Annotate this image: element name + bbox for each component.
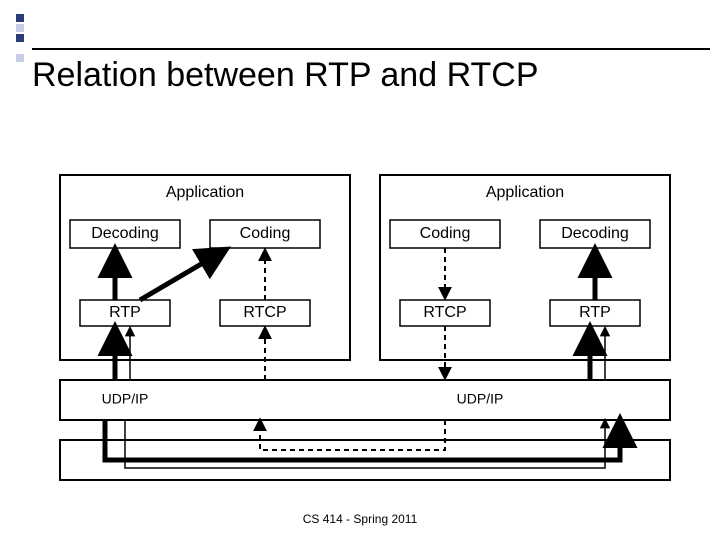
- right-rtcp-label: RTCP: [423, 304, 466, 321]
- udp-container: [60, 380, 670, 420]
- left-app-container: [60, 175, 350, 360]
- right-rtp-label: RTP: [579, 304, 611, 321]
- right-app-label: Application: [486, 184, 564, 201]
- left-app-label: Application: [166, 184, 244, 201]
- left-decoding-label: Decoding: [91, 225, 159, 242]
- left-rtp-label: RTP: [109, 304, 141, 321]
- right-coding-label: Coding: [420, 225, 471, 242]
- right-udp-label: UDP/IP: [457, 391, 504, 407]
- left-coding-label: Coding: [240, 225, 291, 242]
- footer-text: CS 414 - Spring 2011: [0, 512, 720, 526]
- left-udp-label: UDP/IP: [102, 391, 149, 407]
- left-rtcp-label: RTCP: [243, 304, 286, 321]
- diagram-svg: Application Decoding Coding RTP RTCP App…: [0, 0, 720, 540]
- right-app-container: [380, 175, 670, 360]
- path-network-dashed: [260, 420, 445, 450]
- arrow-left-rtp-to-coding: [140, 250, 225, 300]
- right-decoding-label: Decoding: [561, 225, 629, 242]
